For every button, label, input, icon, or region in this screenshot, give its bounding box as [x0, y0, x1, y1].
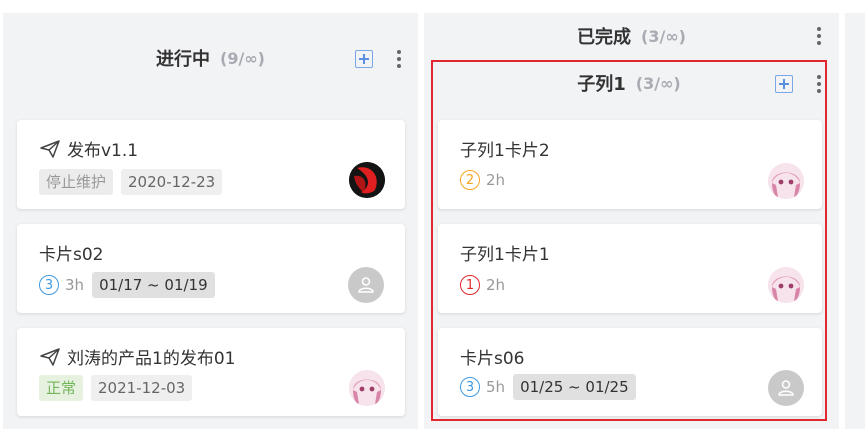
hours-label: 2h — [486, 171, 506, 189]
card-title: 刘涛的产品1的发布01 — [39, 344, 235, 369]
card[interactable]: 卡片s02 3 3h 01/17 ~ 01/19 — [17, 224, 405, 313]
default-user-avatar — [768, 370, 804, 406]
anime-girl-avatar — [768, 267, 804, 303]
more-options-icon[interactable] — [816, 26, 822, 46]
next-column-edge — [845, 13, 865, 429]
more-options-icon[interactable] — [396, 49, 402, 69]
priority-badge: 3 — [460, 377, 480, 397]
card-title: 子列1卡片1 — [460, 245, 550, 265]
column-title: 进行中 — [156, 49, 211, 70]
priority-badge: 2 — [460, 170, 480, 190]
default-user-avatar — [348, 267, 384, 303]
column-header-done: 已完成 (3/∞) — [424, 22, 839, 50]
card[interactable]: 刘涛的产品1的发布01 正常 2021-12-03 — [17, 328, 405, 416]
more-options-icon[interactable] — [816, 74, 822, 94]
card[interactable]: 发布v1.1 停止维护 2020-12-23 — [17, 120, 405, 209]
column-title: 已完成 — [577, 27, 632, 48]
anime-girl-avatar — [349, 370, 385, 406]
priority-badge: 1 — [460, 275, 480, 295]
card[interactable]: 子列1卡片2 2 2h — [438, 120, 822, 209]
card-title: 子列1卡片2 — [460, 141, 550, 161]
send-icon — [40, 139, 60, 158]
sub-column-count: (3/∞) — [635, 73, 681, 93]
sub-column-title: 子列1 — [577, 74, 626, 95]
priority-badge: 3 — [39, 275, 59, 295]
date-range-badge: 01/17 ~ 01/19 — [92, 272, 215, 298]
hours-label: 2h — [486, 276, 506, 294]
date-badge: 2021-12-03 — [91, 375, 193, 401]
status-badge: 停止维护 — [39, 169, 114, 195]
card[interactable]: 子列1卡片1 1 2h — [438, 224, 822, 313]
add-card-icon[interactable] — [775, 75, 793, 93]
date-badge: 2020-12-23 — [121, 169, 223, 195]
anime-girl-avatar — [768, 163, 804, 199]
date-range-badge: 01/25 ~ 01/25 — [513, 374, 636, 400]
hours-label: 3h — [65, 276, 85, 294]
column-count: (3/∞) — [641, 26, 686, 46]
status-badge: 正常 — [39, 375, 84, 401]
add-card-icon[interactable] — [355, 50, 373, 68]
card[interactable]: 卡片s06 3 5h 01/25 ~ 01/25 — [438, 328, 822, 416]
card-title: 卡片s02 — [39, 245, 104, 265]
card-title: 发布v1.1 — [39, 136, 138, 161]
send-icon — [40, 347, 60, 366]
hours-label: 5h — [486, 378, 506, 396]
card-title: 卡片s06 — [460, 349, 525, 369]
sub-column-header: 子列1 (3/∞) — [431, 69, 827, 97]
red-black-logo-avatar — [349, 162, 385, 198]
column-count: (9/∞) — [220, 48, 265, 68]
